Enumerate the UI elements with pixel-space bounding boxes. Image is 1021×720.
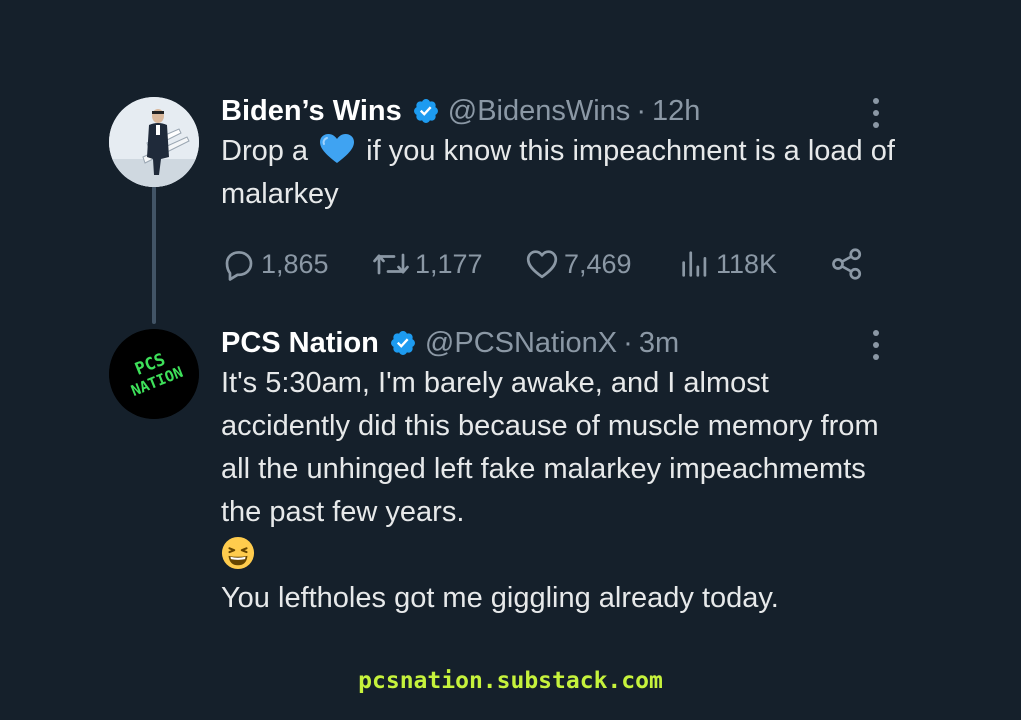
views-count: 118K (716, 248, 778, 279)
tweet-text-part-1: Drop a (221, 135, 309, 167)
share-icon (832, 248, 862, 280)
like-count: 7,469 (564, 248, 632, 279)
more-options-icon[interactable] (871, 330, 881, 360)
grinning-squinting-face-emoji-icon (221, 536, 255, 570)
tweet-bidens-wins[interactable]: Biden’s Wins @BidensWins · 12h Drop a if… (221, 92, 911, 281)
tweet-paragraph-2: You leftholes got me giggling already to… (221, 582, 779, 614)
separator-dot: · (636, 94, 646, 127)
display-name[interactable]: Biden’s Wins (221, 95, 402, 128)
more-options-icon[interactable] (871, 98, 881, 128)
reply-icon (225, 251, 253, 281)
verified-badge-icon (390, 331, 415, 355)
tweet-text: It's 5:30am, I'm barely awake, and I alm… (221, 362, 901, 620)
timestamp[interactable]: 12h (652, 95, 700, 128)
like-button[interactable]: 7,469 (524, 242, 632, 286)
views-button[interactable]: 118K (678, 242, 777, 286)
verified-badge-icon (413, 99, 438, 123)
tweet-text: Drop a if you know this impeachment is a… (221, 130, 911, 216)
avatar-bidens-wins[interactable] (109, 97, 199, 187)
separator-dot: · (623, 326, 633, 359)
timestamp[interactable]: 3m (639, 327, 679, 360)
share-button[interactable] (829, 242, 865, 286)
pcs-nation-logo: PCS NATION (109, 329, 199, 419)
user-handle[interactable]: @BidensWins (448, 95, 631, 128)
tweet-pcs-nation[interactable]: PCS Nation @PCSNationX · 3m It's 5:30am,… (221, 324, 911, 620)
avatar-photo (109, 97, 199, 187)
retweet-button[interactable]: 1,177 (371, 242, 483, 286)
tweet-header: PCS Nation @PCSNationX · 3m (221, 324, 911, 362)
tweet-thread-screenshot: PCS NATION Biden’s Wins @BidensWins · 12… (0, 0, 1021, 720)
emoji-line (221, 534, 901, 577)
heart-outline-icon (526, 250, 558, 279)
tweet-actions: 1,865 1,177 7,469 118K (221, 242, 881, 286)
user-handle[interactable]: @PCSNationX (425, 327, 617, 360)
retweet-icon (373, 253, 409, 275)
tweet-paragraph-1: It's 5:30am, I'm barely awake, and I alm… (221, 367, 879, 528)
watermark-url: pcsnation.substack.com (358, 668, 663, 694)
thread-connector-line (152, 186, 156, 324)
reply-button[interactable]: 1,865 (221, 242, 329, 286)
display-name[interactable]: PCS Nation (221, 327, 379, 360)
reply-count: 1,865 (261, 248, 329, 279)
retweet-count: 1,177 (415, 248, 483, 279)
blue-heart-emoji-icon (320, 134, 355, 163)
tweet-header: Biden’s Wins @BidensWins · 12h (221, 92, 911, 130)
views-chart-icon (682, 251, 707, 277)
avatar-pcs-nation[interactable]: PCS NATION (109, 329, 199, 419)
